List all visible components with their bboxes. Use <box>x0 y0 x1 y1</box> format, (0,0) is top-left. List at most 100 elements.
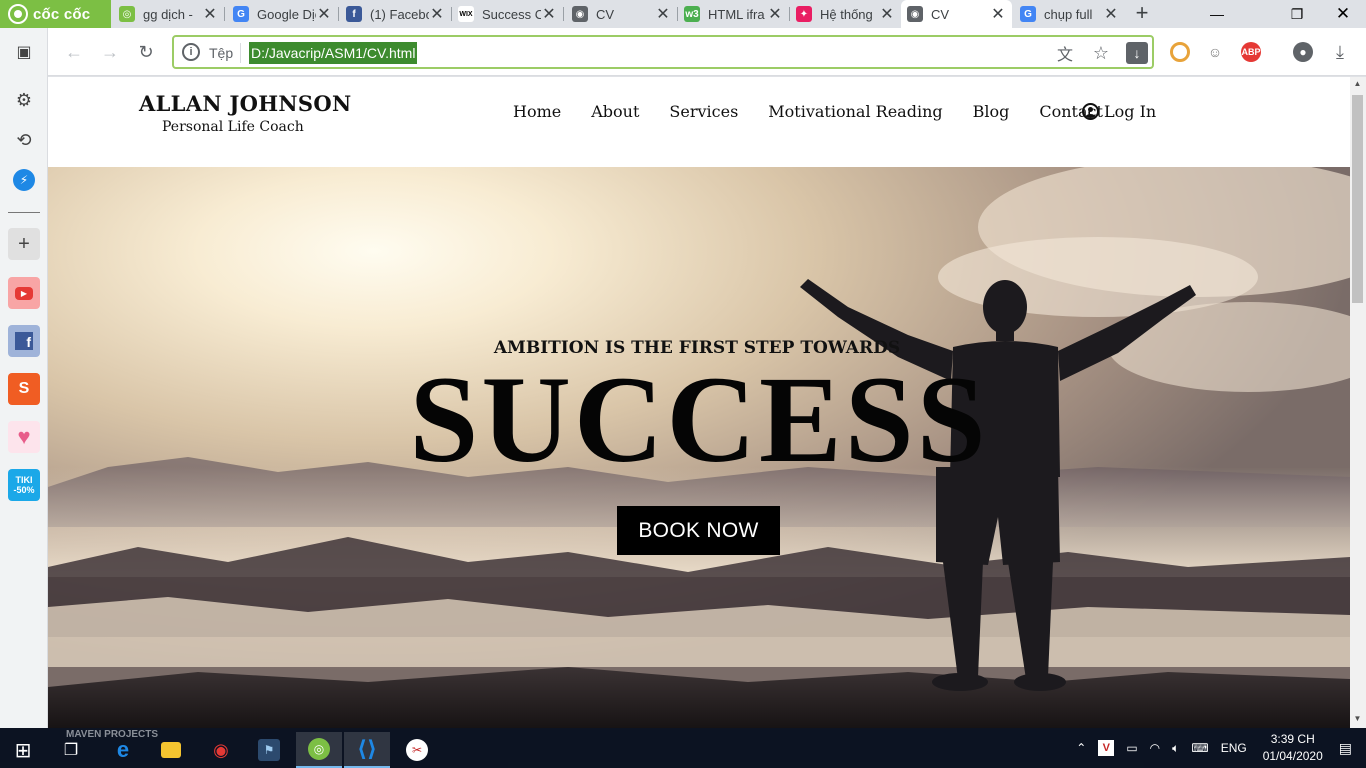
downloads-icon[interactable]: ⤓ <box>1326 38 1354 66</box>
browser-brand-menu[interactable]: cốc cốc <box>0 0 111 28</box>
tab-close-icon[interactable]: ✕ <box>990 4 1006 24</box>
tab-label: CV <box>931 6 950 22</box>
network-icon[interactable]: ▭ <box>1126 741 1137 755</box>
tab-close-icon[interactable]: ✕ <box>202 4 218 24</box>
browser-tab[interactable]: WIX Success C ✕ <box>452 0 563 28</box>
tab-close-icon[interactable]: ✕ <box>541 4 557 24</box>
hero-title: SUCCESS <box>409 351 989 488</box>
tab-label: Hệ thống <box>820 6 873 22</box>
windows-taskbar: MAVEN PROJECTS ⊞ ❐ e ◉ ⚑ ◎ ⟨⟩ ✂ ⌃ V ▭ ◠ … <box>0 728 1366 768</box>
snipping-tool-icon[interactable]: ✂ <box>394 732 440 768</box>
translate-icon[interactable]: 文 <box>1054 42 1076 64</box>
panel-toggle-icon[interactable]: ▣ <box>8 36 40 68</box>
nav-blog[interactable]: Blog <box>973 102 1010 121</box>
nav-home[interactable]: Home <box>513 102 561 121</box>
savior-extension-icon[interactable]: ☺ <box>1205 42 1225 62</box>
wifi-icon[interactable]: ◠ <box>1150 741 1160 755</box>
tab-favicon-icon: ✦ <box>796 6 812 22</box>
tab-favicon-icon: G <box>1020 6 1036 22</box>
browser-tab[interactable]: ◉ CV ✕ <box>566 0 677 28</box>
heart-app-icon[interactable]: ♥ <box>8 421 40 453</box>
reload-button[interactable]: ↻ <box>132 38 160 66</box>
messenger-icon[interactable]: ⚡ <box>8 164 40 196</box>
mysql-workbench-icon[interactable]: ⚑ <box>246 732 292 768</box>
minimize-button[interactable]: — <box>1196 0 1238 28</box>
tab-close-icon[interactable]: ✕ <box>1103 4 1119 24</box>
notifications-icon[interactable]: ▤ <box>1339 740 1352 757</box>
tab-favicon-icon: w3 <box>684 6 700 22</box>
browser-toolbar: ← → ↻ i Tệp D:/Javacrip/ASM1/CV.html 文 ☆… <box>0 28 1366 76</box>
scroll-up-arrow-icon[interactable]: ▲ <box>1352 79 1363 91</box>
tab-favicon-icon: G <box>233 6 249 22</box>
tab-close-icon[interactable]: ✕ <box>429 4 445 24</box>
tab-label: CV <box>596 6 615 22</box>
language-indicator[interactable]: ENG <box>1221 741 1247 755</box>
vscode-icon[interactable]: ⟨⟩ <box>344 732 390 768</box>
tiki-icon[interactable]: TIKI -50% <box>8 469 40 501</box>
scrollbar-thumb[interactable] <box>1352 95 1363 303</box>
scroll-down-arrow-icon[interactable]: ▼ <box>1352 714 1363 726</box>
tab-label: gg dịch - <box>143 6 193 22</box>
edge-icon[interactable]: e <box>100 732 146 768</box>
show-hidden-icons[interactable]: ⌃ <box>1076 741 1086 755</box>
tab-label: Success C <box>482 6 541 22</box>
browser-tab[interactable]: Gchụp full ✕ <box>1014 0 1125 28</box>
login-label: Log In <box>1104 102 1157 121</box>
browser-tab[interactable]: f (1) Facebook✕ <box>340 0 451 28</box>
bookmark-star-icon[interactable]: ☆ <box>1090 42 1112 64</box>
vietkey-icon[interactable]: V <box>1098 740 1115 756</box>
login-link[interactable]: Log In <box>1082 102 1156 121</box>
tab-separator <box>224 7 225 21</box>
new-tab-button[interactable]: + <box>1130 0 1154 28</box>
tab-favicon-icon: ◉ <box>907 6 923 22</box>
clock[interactable]: 3:39 CH 01/04/2020 <box>1263 731 1323 765</box>
browser-tab[interactable]: ✦ Hệ thống ✕ <box>790 0 901 28</box>
garena-icon[interactable]: ◉ <box>198 732 244 768</box>
coccoc-browser-icon[interactable]: ◎ <box>296 732 342 768</box>
page-download-icon[interactable]: ↓ <box>1126 42 1148 64</box>
tab-favicon-icon: WIX <box>458 6 474 22</box>
history-icon[interactable]: ⟲ <box>8 124 40 156</box>
sidebar-divider <box>8 212 40 213</box>
tab-close-icon[interactable]: ✕ <box>655 4 671 24</box>
address-bar[interactable]: i Tệp D:/Javacrip/ASM1/CV.html 文 ☆ ↓ <box>172 35 1154 69</box>
nav-services[interactable]: Services <box>669 102 738 121</box>
coccoc-extension-icon[interactable] <box>1170 42 1190 62</box>
tab-close-icon[interactable]: ✕ <box>316 4 332 24</box>
tab-separator <box>338 7 339 21</box>
close-window-button[interactable]: ✕ <box>1322 0 1364 28</box>
book-now-button[interactable]: BOOK NOW <box>617 506 780 555</box>
youtube-icon[interactable]: ▶ <box>8 277 40 309</box>
url-text[interactable]: D:/Javacrip/ASM1/CV.html <box>249 42 418 64</box>
facebook-icon[interactable]: f <box>8 325 40 357</box>
tab-favicon-icon: f <box>346 6 362 22</box>
omnibox-divider <box>240 43 241 63</box>
tab-separator <box>563 7 564 21</box>
brand-label: cốc cốc <box>33 5 91 23</box>
shopee-icon[interactable]: S <box>8 373 40 405</box>
back-button[interactable]: ← <box>60 38 88 66</box>
browser-tab[interactable]: w3 HTML ifra ✕ <box>678 0 789 28</box>
volume-icon[interactable]: 🔈︎ <box>1172 741 1179 756</box>
forward-button[interactable]: → <box>96 38 124 66</box>
nav-about[interactable]: About <box>591 102 639 121</box>
start-button[interactable]: ⊞ <box>0 732 46 768</box>
task-view-icon[interactable]: ❐ <box>48 732 94 768</box>
browser-tab[interactable]: ◎ gg dịch - ✕ <box>113 0 224 28</box>
profile-icon[interactable]: ● <box>1293 42 1313 62</box>
main-nav: Home About Services Motivational Reading… <box>513 102 1103 121</box>
browser-tab[interactable]: ◉ CV ✕ <box>901 0 1012 28</box>
tab-close-icon[interactable]: ✕ <box>879 4 895 24</box>
restore-button[interactable]: ❐ <box>1276 0 1318 28</box>
site-logo-name[interactable]: ALLAN JOHNSON <box>139 91 351 116</box>
tab-close-icon[interactable]: ✕ <box>767 4 783 24</box>
clock-date: 01/04/2020 <box>1262 749 1323 763</box>
adblock-plus-icon[interactable]: ABP <box>1241 42 1261 62</box>
nav-motivational-reading[interactable]: Motivational Reading <box>768 102 942 121</box>
site-info-icon[interactable]: i <box>182 43 200 61</box>
browser-tab[interactable]: G Google Dịch✕ <box>227 0 338 28</box>
add-app-icon[interactable]: + <box>8 228 40 260</box>
settings-icon[interactable]: ⚙ <box>8 84 40 116</box>
file-explorer-icon[interactable] <box>148 732 194 768</box>
keyboard-icon[interactable]: ⌨ <box>1191 741 1208 755</box>
